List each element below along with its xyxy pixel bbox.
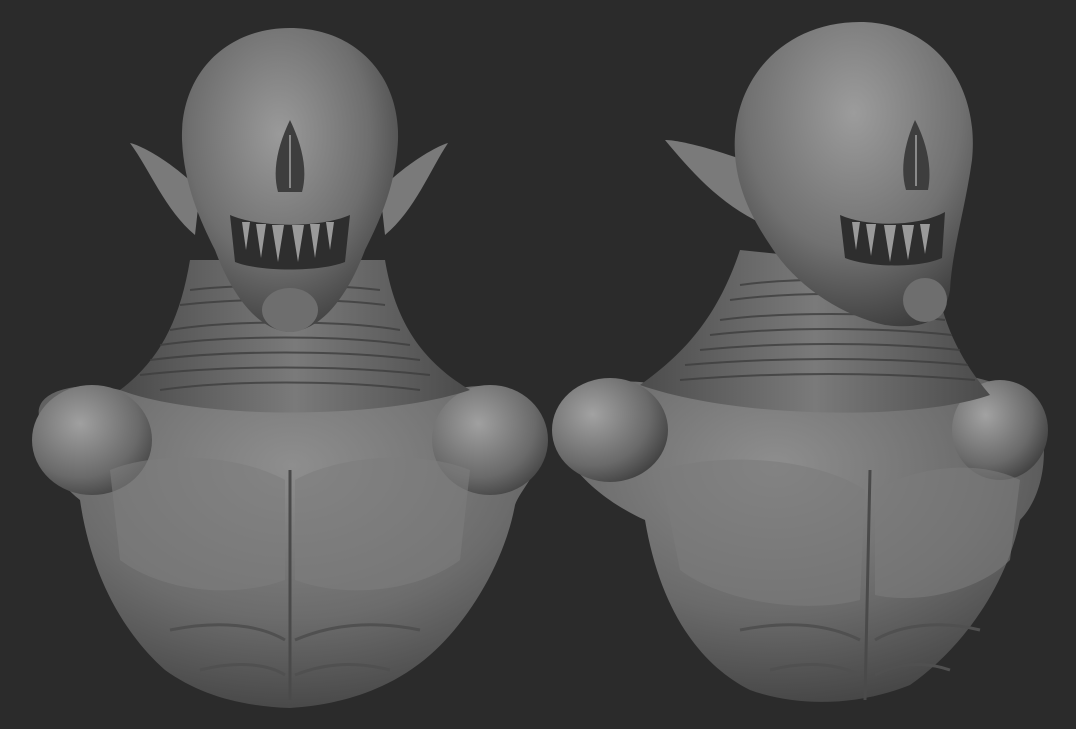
render-viewport — [0, 0, 1076, 729]
side-bust-render — [552, 22, 1048, 702]
front-bust-render — [32, 28, 548, 708]
creature-bust-front-view — [0, 0, 560, 729]
chin — [903, 278, 947, 322]
left-shoulder — [552, 378, 668, 482]
creature-bust-three-quarter-view — [540, 0, 1076, 729]
chin — [262, 288, 318, 332]
